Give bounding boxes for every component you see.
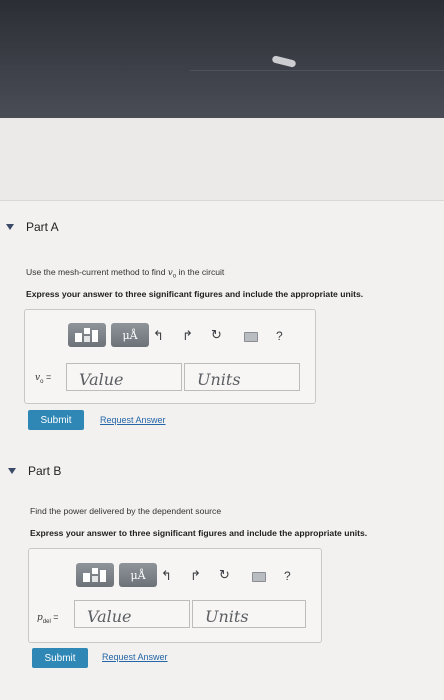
templates-button[interactable] [68,323,106,347]
part-b-header[interactable]: Part B [8,464,61,478]
reset-icon[interactable]: ↻ [211,328,222,341]
part-b-request-answer-link[interactable]: Request Answer [102,652,168,662]
collapse-triangle-icon[interactable] [8,468,16,474]
part-b-answer-box: μÅ ↰ ↱ ↻ ? pdel = [28,548,322,643]
part-b-submit-button[interactable]: Submit [32,648,88,668]
part-b-title: Part B [28,464,62,478]
templates-button[interactable] [76,563,114,587]
help-icon[interactable]: ? [284,569,291,583]
part-a-answer-box: μÅ ↰ ↱ ↻ ? vo = [24,309,316,404]
problem-background-band [0,118,444,201]
part-b-variable-label: pdel = [37,612,59,625]
dark-header-area [0,0,444,118]
part-b-instruction: Express your answer to three significant… [30,528,368,538]
templates-icon [73,327,101,343]
undo-icon[interactable]: ↰ [161,569,172,582]
keyboard-icon[interactable] [252,572,266,582]
part-b-value-input[interactable] [74,600,190,628]
collapse-triangle-icon[interactable] [6,224,14,230]
templates-icon [81,567,109,583]
units-button[interactable]: μÅ [111,323,149,347]
part-b-question: Find the power delivered by the dependen… [30,506,222,516]
part-a-units-input[interactable] [184,363,300,391]
mu-a-icon: μÅ [122,328,138,342]
mu-a-icon: μÅ [130,568,146,582]
part-a-submit-button[interactable]: Submit [28,410,84,430]
part-a-question: Use the mesh-current method to find vo i… [26,267,225,280]
header-divider [190,70,444,71]
keyboard-icon[interactable] [244,332,258,342]
units-button[interactable]: μÅ [119,563,157,587]
help-icon[interactable]: ? [276,329,283,343]
redo-icon[interactable]: ↱ [190,569,201,582]
part-a-title: Part A [26,220,59,234]
reset-icon[interactable]: ↻ [219,568,230,581]
part-a-header[interactable]: Part A [6,220,59,234]
undo-icon[interactable]: ↰ [153,329,164,342]
part-b-units-input[interactable] [192,600,306,628]
part-a-value-input[interactable] [66,363,182,391]
part-a-request-answer-link[interactable]: Request Answer [100,415,166,425]
part-a-instruction: Express your answer to three significant… [26,289,364,299]
redo-icon[interactable]: ↱ [182,329,193,342]
part-a-variable-label: vo = [35,372,52,385]
